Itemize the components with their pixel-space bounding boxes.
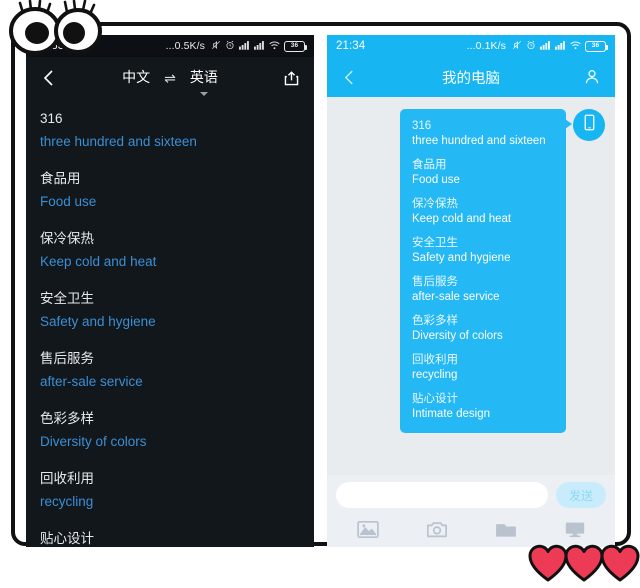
- signal-icon: [239, 40, 250, 53]
- bubble-target-text: Intimate design: [412, 408, 490, 420]
- bubble-source-text: 贴心设计: [412, 393, 458, 405]
- translation-target-text: Keep cold and heat: [40, 254, 157, 269]
- translation-entry[interactable]: 贴心设计Intimate design: [40, 529, 300, 547]
- translation-target-text: three hundred and sixteen: [40, 134, 197, 149]
- right-phone-panel: 21:34 ...0.1K/s 36 我的电脑 316 three hundre…: [327, 35, 615, 547]
- translation-target-text: Safety and hygiene: [40, 314, 156, 329]
- alarm-icon: [225, 40, 235, 53]
- folder-icon[interactable]: [489, 515, 523, 543]
- message-bubble[interactable]: 316 three hundred and sixteen 食品用 Food use 保…: [400, 109, 572, 433]
- wifi-icon: [269, 40, 280, 53]
- translation-entry[interactable]: 保冷保热 Keep cold and heat: [40, 229, 300, 272]
- translation-target-text: Diversity of colors: [40, 434, 147, 449]
- bubble-entry: 回收利用 recycling: [412, 353, 554, 383]
- bubble-source-text: 保冷保热: [412, 198, 458, 210]
- message-input[interactable]: [336, 482, 548, 508]
- battery-icon: 36: [585, 40, 608, 52]
- bubble-source-text: 回收利用: [412, 354, 458, 366]
- chevron-down-icon: [199, 92, 208, 96]
- translation-entry[interactable]: 售后服务 after-sale service: [40, 349, 300, 392]
- mute-icon: [211, 40, 221, 53]
- translation-target-text: after-sale service: [40, 374, 143, 389]
- translation-entry[interactable]: 回收利用 recycling: [40, 469, 300, 512]
- composer-input-row: 发送: [327, 475, 615, 512]
- bubble-source-text: 售后服务: [412, 276, 458, 288]
- right-status-bar: 21:34 ...0.1K/s 36: [327, 35, 615, 57]
- language-selector: 中文 ⇌ 英语: [26, 57, 314, 99]
- swap-languages-icon[interactable]: ⇌: [164, 70, 176, 87]
- signal-icon: [555, 40, 566, 53]
- target-language-button[interactable]: 英语: [189, 67, 218, 96]
- translation-source-text: 贴心设计: [40, 531, 94, 546]
- translation-source-text: 色彩多样: [40, 411, 94, 426]
- signal-icon: [540, 40, 551, 53]
- bubble-source-text: 安全卫生: [412, 237, 458, 249]
- bubble-target-text: Keep cold and heat: [412, 213, 512, 225]
- left-app-header: 中文 ⇌ 英语: [26, 57, 314, 99]
- left-status-icons: ...0.5K/s 36: [165, 40, 307, 53]
- bubble-source-text: 食品用: [412, 159, 447, 171]
- bubble-target-text: after-sale service: [412, 291, 500, 303]
- hearts-decoration: [528, 540, 640, 584]
- screenshot-root: 21:33 ...0.5K/s 36: [0, 0, 640, 588]
- source-language-button[interactable]: 中文: [122, 67, 150, 89]
- left-phone-panel: 21:33 ...0.5K/s 36: [26, 35, 314, 547]
- right-status-icons: ...0.1K/s 36: [466, 40, 608, 53]
- mobile-phone-icon: [583, 114, 596, 136]
- message-row: 316 three hundred and sixteen 食品用 Food use 保…: [337, 109, 605, 433]
- alarm-icon: [526, 40, 536, 53]
- translation-source-text: 安全卫生: [40, 291, 94, 306]
- signal-icon: [254, 40, 265, 53]
- right-app-header: 我的电脑: [327, 57, 615, 97]
- bubble-entry: 保冷保热 Keep cold and heat: [412, 197, 554, 227]
- bubble-entry: 安全卫生 Safety and hygiene: [412, 236, 554, 266]
- send-button[interactable]: 发送: [556, 482, 606, 508]
- chat-area: 316 three hundred and sixteen 食品用 Food use 保…: [327, 97, 615, 497]
- bubble-target-text: Safety and hygiene: [412, 252, 511, 264]
- bubble-target-text: Food use: [412, 174, 460, 186]
- translation-target-text: Food use: [40, 194, 97, 209]
- bubble-entry: 食品用 Food use: [412, 158, 554, 188]
- translation-target-text: recycling: [40, 494, 94, 509]
- bubble-source-text: 316: [412, 120, 432, 132]
- mute-icon: [512, 40, 522, 53]
- computer-icon[interactable]: [558, 515, 592, 543]
- bubble-target-text: recycling: [412, 369, 458, 381]
- translation-source-text: 保冷保热: [40, 231, 94, 246]
- composer-tool-row: [327, 512, 615, 543]
- battery-icon: 36: [284, 40, 307, 52]
- bubble-entry: 316 three hundred and sixteen: [412, 119, 554, 149]
- translation-source-text: 316: [40, 111, 63, 126]
- translation-source-text: 食品用: [40, 171, 81, 186]
- bubble-entry: 贴心设计 Intimate design: [412, 392, 554, 422]
- message-composer: 发送: [327, 475, 615, 547]
- translation-entry[interactable]: 316 three hundred and sixteen: [40, 109, 300, 152]
- translation-entry[interactable]: 色彩多样 Diversity of colors: [40, 409, 300, 452]
- bubble-source-text: 色彩多样: [412, 315, 458, 327]
- bubble-target-text: Diversity of colors: [412, 330, 503, 342]
- page-title: 我的电脑: [442, 70, 500, 87]
- wifi-icon: [570, 40, 581, 53]
- network-speed-label: ...0.5K/s: [165, 40, 205, 52]
- image-icon[interactable]: [351, 515, 385, 543]
- bubble-entry: 售后服务 after-sale service: [412, 275, 554, 305]
- target-language-label: 英语: [189, 69, 218, 85]
- share-button[interactable]: [280, 67, 302, 89]
- translation-entry[interactable]: 食品用 Food use: [40, 169, 300, 212]
- camera-icon[interactable]: [420, 515, 454, 543]
- avatar[interactable]: [573, 109, 605, 141]
- translation-list: 316 three hundred and sixteen 食品用 Food use 保…: [26, 99, 314, 547]
- translation-source-text: 售后服务: [40, 351, 94, 366]
- cartoon-eyes-decoration: [4, 0, 108, 58]
- contact-button[interactable]: [581, 66, 603, 88]
- back-button[interactable]: [38, 67, 60, 89]
- network-speed-label: ...0.1K/s: [466, 40, 506, 52]
- translation-entry[interactable]: 安全卫生 Safety and hygiene: [40, 289, 300, 332]
- right-status-time: 21:34: [336, 40, 366, 52]
- bubble-target-text: three hundred and sixteen: [412, 135, 546, 147]
- bubble-entry: 色彩多样 Diversity of colors: [412, 314, 554, 344]
- translation-source-text: 回收利用: [40, 471, 94, 486]
